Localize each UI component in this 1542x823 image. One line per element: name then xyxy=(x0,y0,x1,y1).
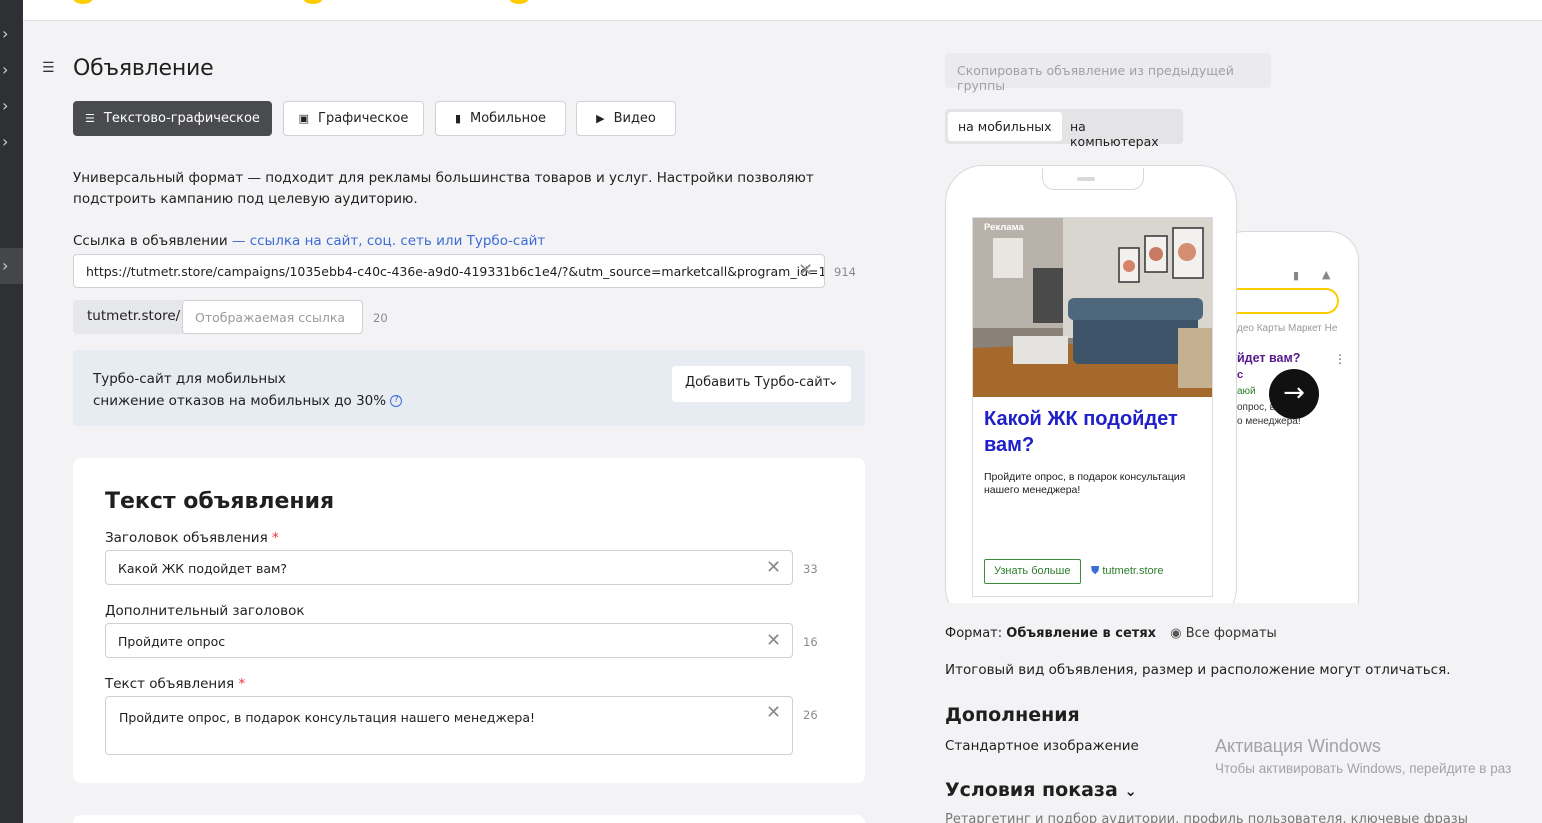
headline-label: Заголовок объявления * xyxy=(105,530,279,546)
card-title: Текст объявления xyxy=(105,489,335,514)
more-icon: ⋮ xyxy=(1334,352,1346,366)
char-counter: 20 xyxy=(373,311,388,325)
text-graphic-icon: ☰ xyxy=(85,112,95,125)
arrow-right-icon[interactable]: → xyxy=(1269,369,1319,419)
link-label: Ссылка в объявлении — ссылка на сайт, со… xyxy=(73,233,546,249)
format-description: Универсальный формат — подходит для рекл… xyxy=(73,170,814,207)
turbo-site-panel: Турбо-сайт для мобильных снижение отказо… xyxy=(73,350,865,426)
chevron-right-icon[interactable]: › xyxy=(2,62,8,78)
copy-ad-button[interactable]: Скопировать объявление из предыдущей гру… xyxy=(945,53,1271,93)
chevron-down-icon: ⌄ xyxy=(827,373,839,389)
char-counter: 26 xyxy=(803,708,818,722)
windows-watermark-title: Активация Windows xyxy=(1215,736,1381,756)
url-input[interactable]: https://tutmetr.store/campaigns/1035ebb4… xyxy=(73,254,825,288)
section-title: Объявление xyxy=(73,56,214,81)
step-indicator[interactable] xyxy=(303,0,323,4)
all-formats-link[interactable]: Все форматы xyxy=(1186,626,1277,641)
ad-image: Реклама xyxy=(973,218,1212,397)
conditions-subtitle: Ретаргетинг и подбор аудитории, профиль … xyxy=(945,812,1468,823)
search-bar xyxy=(1235,288,1339,314)
chevron-down-icon: ⌄ xyxy=(1124,782,1137,800)
shield-icon: ⛊ xyxy=(1091,565,1100,577)
char-counter: 16 xyxy=(803,635,818,649)
close-icon[interactable]: ✕ xyxy=(766,632,781,650)
chevron-right-icon[interactable]: › xyxy=(2,134,8,150)
phone-front-mockup: Реклама Какой ЖК подойдет вам? Пройдите … xyxy=(945,165,1237,603)
ad-preview: ▮ ▲ део Карты Маркет Не йдет вам? ⋮ с аю… xyxy=(945,165,1359,603)
top-bar xyxy=(23,0,1542,21)
close-icon[interactable]: ✕ xyxy=(798,262,813,280)
body-input[interactable]: Пройдите опрос, в подарок консультация н… xyxy=(105,696,793,755)
toggle-mobile[interactable]: на мобильных xyxy=(948,112,1062,141)
back-result-title: йдет вам? xyxy=(1237,351,1301,365)
phone-screen: Реклама Какой ЖК подойдет вам? Пройдите … xyxy=(972,217,1213,597)
extras-title: Дополнения xyxy=(945,704,1080,726)
display-domain: tutmetr.store/ xyxy=(73,300,183,334)
step-indicator[interactable] xyxy=(73,0,93,4)
close-icon[interactable]: ✕ xyxy=(766,559,781,577)
preview-title[interactable]: Какой ЖК подойдет вам? xyxy=(984,406,1209,458)
body-label: Текст объявления * xyxy=(105,676,246,692)
phone-notch xyxy=(1042,168,1144,190)
preview-cta-button[interactable]: Узнать больше xyxy=(984,559,1081,584)
char-counter: 914 xyxy=(834,265,856,279)
mobile-icon: ▮ xyxy=(454,112,461,125)
step-indicator[interactable] xyxy=(509,0,529,4)
living-room-image xyxy=(973,218,1212,397)
subheadline-input[interactable]: Пройдите опрос xyxy=(105,623,793,658)
tab-text-graphic[interactable]: ☰ Текстово-графическое xyxy=(73,101,272,136)
next-card xyxy=(73,815,865,823)
tab-mobile[interactable]: ▮ Мобильное xyxy=(435,101,566,136)
link-hint[interactable]: — ссылка на сайт, соц. сеть или Турбо-са… xyxy=(232,233,545,249)
eye-icon[interactable]: ◉ xyxy=(1170,626,1181,641)
format-info: Формат: Объявление в сетях ◉ Все форматы xyxy=(945,626,1277,641)
chevron-right-icon[interactable]: › xyxy=(2,26,8,42)
add-turbo-site-button[interactable]: Добавить Турбо-сайт ⌄ xyxy=(672,366,851,402)
preview-site[interactable]: ⛊ tutmetr.store xyxy=(1091,565,1163,578)
close-icon[interactable]: ✕ xyxy=(766,704,781,722)
tab-video[interactable]: ▶ Видео xyxy=(576,101,676,136)
subheadline-label: Дополнительный заголовок xyxy=(105,603,305,619)
ad-label: Реклама xyxy=(984,222,1024,233)
bell-icon: ▲ xyxy=(1322,268,1331,281)
help-icon[interactable]: ? xyxy=(390,395,403,407)
preview-text: Пройдите опрос, в подарок консультация н… xyxy=(984,471,1186,496)
windows-watermark-text: Чтобы активировать Windows, перейдите в … xyxy=(1215,761,1512,776)
tab-graphic[interactable]: ▣ Графическое xyxy=(283,101,424,136)
display-link-input[interactable]: Отображаемая ссылка xyxy=(182,300,363,334)
sidebar-active-item[interactable]: › xyxy=(0,248,23,284)
toggle-desktop[interactable]: на компьютерах xyxy=(1060,112,1183,149)
video-icon: ▶ xyxy=(596,112,605,125)
ad-text-card: Текст объявления Заголовок объявления * … xyxy=(73,458,865,783)
chevron-right-icon: › xyxy=(2,256,9,275)
standard-image-label: Стандартное изображение xyxy=(945,738,1139,754)
back-tabs: део Карты Маркет Не xyxy=(1237,323,1338,334)
final-note: Итоговый вид объявления, размер и распол… xyxy=(945,662,1451,678)
conditions-title[interactable]: Условия показа ⌄ xyxy=(945,779,1137,801)
left-sidebar: › › › › › xyxy=(0,0,23,823)
char-counter: 33 xyxy=(803,562,818,576)
headline-input[interactable]: Какой ЖК подойдет вам? xyxy=(105,550,793,585)
bookmark-icon: ▮ xyxy=(1293,269,1300,282)
chevron-right-icon[interactable]: › xyxy=(2,98,8,114)
image-icon: ▣ xyxy=(298,112,310,125)
device-toggle: на мобильных на компьютерах xyxy=(945,109,1183,149)
ad-section-icon: ☰ xyxy=(42,60,55,76)
